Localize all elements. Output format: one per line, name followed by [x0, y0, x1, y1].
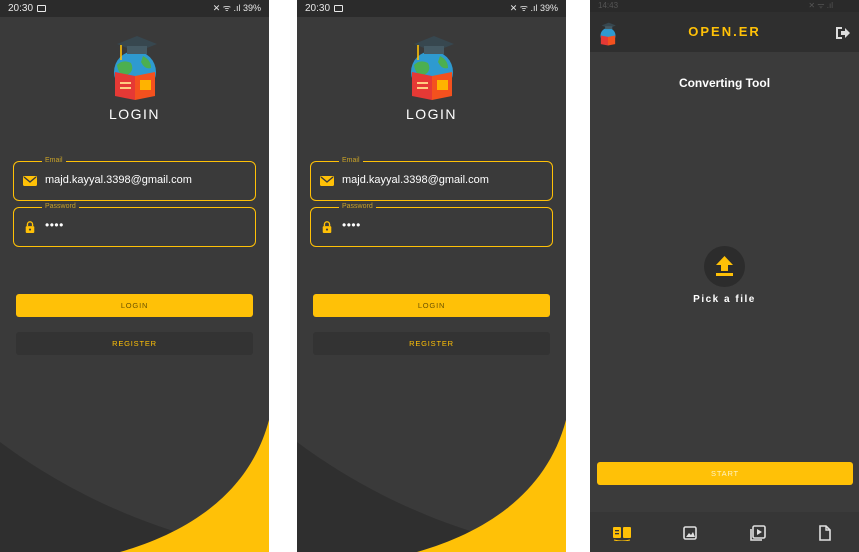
register-button[interactable]: REGISTER	[16, 332, 253, 355]
lock-icon	[322, 221, 332, 233]
upload-icon	[716, 256, 733, 276]
documents-icon[interactable]	[612, 525, 632, 541]
file-icon[interactable]	[815, 525, 835, 541]
status-indicators: ✕ ᯤ .ıl 39%	[509, 3, 558, 13]
password-label: Password	[339, 202, 376, 212]
status-time: 20:30	[8, 3, 34, 14]
app-logo	[114, 36, 157, 100]
password-field[interactable]: Password ••••	[310, 202, 553, 247]
gallery-icon	[37, 5, 46, 12]
status-indicators: ✕ ᯤ .ıl	[808, 1, 833, 10]
image-icon[interactable]	[680, 525, 700, 541]
status-time: 20:30	[305, 3, 331, 14]
mail-icon	[23, 176, 37, 186]
app-logo	[411, 36, 454, 100]
decorative-waves	[0, 420, 269, 552]
status-indicators: ✕ ᯤ .ıl 39%	[212, 3, 261, 13]
gallery-icon	[334, 5, 343, 12]
pick-file-label[interactable]: Pick a file	[590, 294, 859, 305]
app-bar: OPEN.ER	[590, 12, 859, 52]
page-title: LOGIN	[108, 106, 161, 122]
login-screen-1: 20:30 ✕ ᯤ .ıl 39% LOGIN Email majd.kayya…	[0, 0, 269, 552]
logout-icon[interactable]	[835, 26, 851, 40]
lock-icon	[25, 221, 35, 233]
status-bar: 20:30 ✕ ᯤ .ıl 39%	[297, 0, 566, 17]
email-value: majd.kayyal.3398@gmail.com	[342, 174, 489, 186]
mail-icon	[320, 176, 334, 186]
email-label: Email	[339, 156, 363, 166]
page-title: Converting Tool	[678, 76, 771, 90]
video-icon[interactable]	[748, 525, 768, 541]
password-field[interactable]: Password ••••	[13, 202, 256, 247]
login-button[interactable]: LOGIN	[16, 294, 253, 317]
decorative-waves	[297, 420, 566, 552]
password-label: Password	[42, 202, 79, 212]
status-time: 14:43	[598, 1, 619, 10]
password-value: ••••	[45, 218, 64, 232]
status-bar: 14:43 ✕ ᯤ .ıl	[590, 0, 859, 12]
bottom-navigation	[590, 512, 859, 552]
login-button[interactable]: LOGIN	[313, 294, 550, 317]
page-title: LOGIN	[405, 106, 458, 122]
app-title: OPEN.ER	[688, 24, 761, 39]
password-value: ••••	[342, 218, 361, 232]
converter-screen: 14:43 ✕ ᯤ .ıl OPEN.ER Converting Tool Pi…	[590, 0, 859, 552]
register-button[interactable]: REGISTER	[313, 332, 550, 355]
login-screen-2: 20:30 ✕ ᯤ .ıl 39% LOGIN Email majd.kayya…	[297, 0, 566, 552]
upload-button[interactable]	[704, 246, 745, 287]
email-field[interactable]: Email majd.kayyal.3398@gmail.com	[13, 156, 256, 201]
email-value: majd.kayyal.3398@gmail.com	[45, 174, 192, 186]
start-button[interactable]: START	[597, 462, 853, 485]
status-bar: 20:30 ✕ ᯤ .ıl 39%	[0, 0, 269, 17]
email-label: Email	[42, 156, 66, 166]
email-field[interactable]: Email majd.kayyal.3398@gmail.com	[310, 156, 553, 201]
